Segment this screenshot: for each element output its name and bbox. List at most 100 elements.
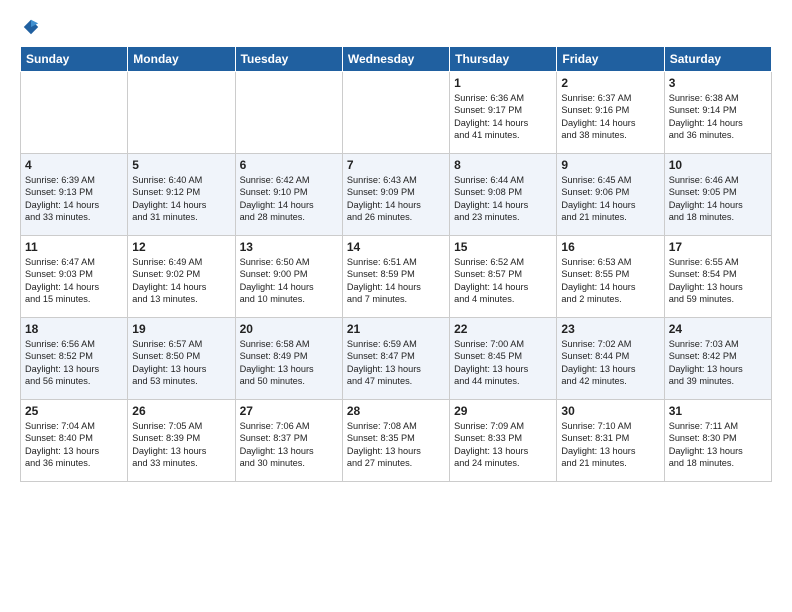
day-info-line: Daylight: 13 hours — [240, 363, 338, 375]
day-info-line: and 39 minutes. — [669, 375, 767, 387]
day-info-line: Sunrise: 6:40 AM — [132, 174, 230, 186]
day-number-12: 12 — [132, 240, 230, 254]
day-info-line: Daylight: 13 hours — [454, 363, 552, 375]
weekday-header-sunday: Sunday — [21, 47, 128, 72]
day-cell-28: 28Sunrise: 7:08 AMSunset: 8:35 PMDayligh… — [342, 400, 449, 482]
day-info-line: Daylight: 14 hours — [132, 281, 230, 293]
day-info-line: and 26 minutes. — [347, 211, 445, 223]
day-info-line: Sunset: 8:50 PM — [132, 350, 230, 362]
day-number-17: 17 — [669, 240, 767, 254]
day-cell-empty — [342, 72, 449, 154]
day-number-5: 5 — [132, 158, 230, 172]
day-info-line: and 18 minutes. — [669, 457, 767, 469]
day-number-31: 31 — [669, 404, 767, 418]
day-cell-17: 17Sunrise: 6:55 AMSunset: 8:54 PMDayligh… — [664, 236, 771, 318]
day-info-line: Sunset: 9:10 PM — [240, 186, 338, 198]
day-info-line: Sunset: 9:12 PM — [132, 186, 230, 198]
day-info-line: Sunset: 8:30 PM — [669, 432, 767, 444]
day-info-line: Sunset: 8:52 PM — [25, 350, 123, 362]
day-cell-5: 5 Sunrise: 6:40 AMSunset: 9:12 PMDaylight… — [128, 154, 235, 236]
day-info-line: Daylight: 13 hours — [669, 363, 767, 375]
day-info-line: Sunset: 9:17 PM — [454, 104, 552, 116]
day-number-6: 6 — [240, 158, 338, 172]
day-info-line: Daylight: 14 hours — [25, 281, 123, 293]
day-info-line: Daylight: 14 hours — [240, 281, 338, 293]
day-info-line: Sunset: 8:42 PM — [669, 350, 767, 362]
day-info-line: Sunset: 8:57 PM — [454, 268, 552, 280]
day-number-11: 11 — [25, 240, 123, 254]
day-number-16: 16 — [561, 240, 659, 254]
page: SundayMondayTuesdayWednesdayThursdayFrid… — [0, 0, 792, 612]
day-info-line: Sunrise: 6:56 AM — [25, 338, 123, 350]
day-info-line: Daylight: 14 hours — [454, 281, 552, 293]
day-number-28: 28 — [347, 404, 445, 418]
day-info-line: and 4 minutes. — [454, 293, 552, 305]
day-info-line: Daylight: 13 hours — [347, 445, 445, 457]
day-info-line: Sunrise: 7:11 AM — [669, 420, 767, 432]
day-info-line: Sunrise: 6:44 AM — [454, 174, 552, 186]
day-cell-10: 10Sunrise: 6:46 AMSunset: 9:05 PMDayligh… — [664, 154, 771, 236]
day-info-line: and 59 minutes. — [669, 293, 767, 305]
day-info-line: Sunset: 9:16 PM — [561, 104, 659, 116]
day-cell-3: 3Sunrise: 6:38 AMSunset: 9:14 PMDaylight… — [664, 72, 771, 154]
day-info-line: and 53 minutes. — [132, 375, 230, 387]
day-info-line: and 21 minutes. — [561, 211, 659, 223]
week-row-3: 11Sunrise: 6:47 AMSunset: 9:03 PMDayligh… — [21, 236, 772, 318]
day-info-line: Sunset: 8:54 PM — [669, 268, 767, 280]
day-info-line: and 28 minutes. — [240, 211, 338, 223]
day-number-19: 19 — [132, 322, 230, 336]
day-info-line: Sunrise: 6:38 AM — [669, 92, 767, 104]
day-info-line: Sunset: 8:44 PM — [561, 350, 659, 362]
day-info-line: Sunrise: 6:39 AM — [25, 174, 123, 186]
day-number-10: 10 — [669, 158, 767, 172]
day-info-line: Sunrise: 6:47 AM — [25, 256, 123, 268]
day-number-2: 2 — [561, 76, 659, 90]
day-number-29: 29 — [454, 404, 552, 418]
day-info-line: and 24 minutes. — [454, 457, 552, 469]
day-info-line: Sunrise: 7:04 AM — [25, 420, 123, 432]
day-info-line: Sunrise: 6:52 AM — [454, 256, 552, 268]
day-info-line: and 38 minutes. — [561, 129, 659, 141]
weekday-header-monday: Monday — [128, 47, 235, 72]
day-info-line: and 47 minutes. — [347, 375, 445, 387]
day-info-line: Sunrise: 7:10 AM — [561, 420, 659, 432]
day-info-line: Sunrise: 6:50 AM — [240, 256, 338, 268]
day-cell-16: 16Sunrise: 6:53 AMSunset: 8:55 PMDayligh… — [557, 236, 664, 318]
day-info-line: Sunset: 9:00 PM — [240, 268, 338, 280]
week-row-4: 18Sunrise: 6:56 AMSunset: 8:52 PMDayligh… — [21, 318, 772, 400]
day-info-line: and 15 minutes. — [25, 293, 123, 305]
day-cell-4: 4Sunrise: 6:39 AMSunset: 9:13 PMDaylight… — [21, 154, 128, 236]
day-info-line: Sunrise: 7:06 AM — [240, 420, 338, 432]
day-number-9: 9 — [561, 158, 659, 172]
day-number-20: 20 — [240, 322, 338, 336]
day-info-line: Daylight: 13 hours — [25, 445, 123, 457]
day-info-line: Daylight: 14 hours — [132, 199, 230, 211]
day-info-line: Sunrise: 6:49 AM — [132, 256, 230, 268]
day-info-line: and 13 minutes. — [132, 293, 230, 305]
day-info-line: Sunset: 9:02 PM — [132, 268, 230, 280]
day-info-line: Sunset: 8:45 PM — [454, 350, 552, 362]
day-cell-13: 13Sunrise: 6:50 AMSunset: 9:00 PMDayligh… — [235, 236, 342, 318]
day-info-line: Sunrise: 6:59 AM — [347, 338, 445, 350]
day-info-line: and 44 minutes. — [454, 375, 552, 387]
day-cell-12: 12 Sunrise: 6:49 AMSunset: 9:02 PMDayligh… — [128, 236, 235, 318]
day-info-line: Sunset: 9:08 PM — [454, 186, 552, 198]
day-info-line: and 50 minutes. — [240, 375, 338, 387]
day-info-line: Daylight: 13 hours — [347, 363, 445, 375]
day-info-line: and 36 minutes. — [25, 457, 123, 469]
day-info-line: Sunset: 9:03 PM — [25, 268, 123, 280]
day-info-line: Sunset: 8:37 PM — [240, 432, 338, 444]
day-info-line: Sunrise: 6:43 AM — [347, 174, 445, 186]
day-info-line: Daylight: 14 hours — [240, 199, 338, 211]
header — [20, 18, 772, 36]
day-info-line: Sunset: 8:39 PM — [132, 432, 230, 444]
week-row-5: 25Sunrise: 7:04 AMSunset: 8:40 PMDayligh… — [21, 400, 772, 482]
day-info-line: Sunset: 9:14 PM — [669, 104, 767, 116]
day-info-line: and 36 minutes. — [669, 129, 767, 141]
weekday-header-friday: Friday — [557, 47, 664, 72]
day-info-line: Sunrise: 6:37 AM — [561, 92, 659, 104]
day-cell-30: 30Sunrise: 7:10 AMSunset: 8:31 PMDayligh… — [557, 400, 664, 482]
day-info-line: and 56 minutes. — [25, 375, 123, 387]
day-number-7: 7 — [347, 158, 445, 172]
day-info-line: Sunset: 9:09 PM — [347, 186, 445, 198]
